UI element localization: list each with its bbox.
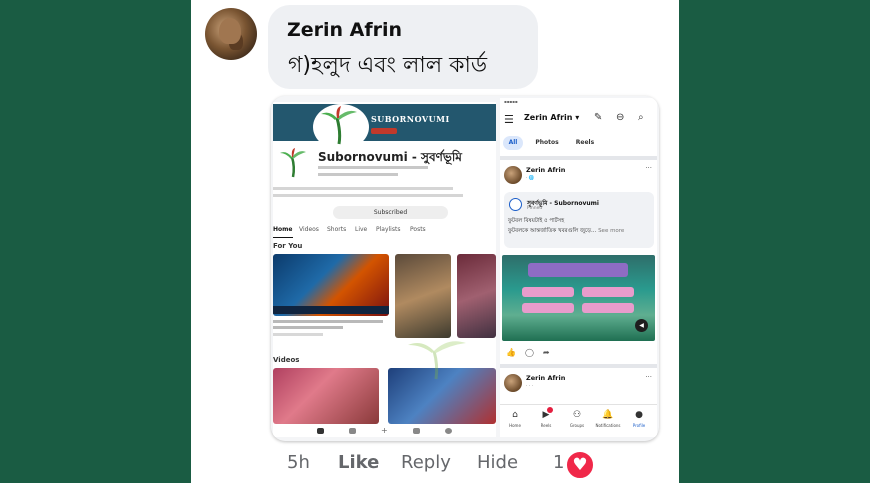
post-actions: 👍 ◯ ➦ [506,348,559,357]
bell-icon: 🔔 [602,410,614,420]
video-title-line [273,320,383,323]
tab-live: Live [355,226,368,233]
channel-description-line [273,194,463,197]
search-icon: ⌕ [638,112,644,123]
post-avatar [504,166,522,184]
plus-icon: + [381,426,388,435]
like-icon: 👍 [506,348,516,357]
channel-avatar-icon [280,148,306,178]
youtube-channel-screenshot: SUBORNOVUMI Subornovumi - সুবর্ণভূমি Sub… [273,102,496,437]
banner-title: SUBORNOVUMI [371,114,450,124]
channel-stats [318,173,398,176]
post-meta: · 🌐 [526,176,535,181]
video-thumbnail [395,254,451,338]
palm-watermark-icon [408,341,466,380]
videos-heading: Videos [273,356,300,364]
shared-post-text: ফুটবলকে আন্তর্জাতিক খবরগুলি জুড়ে... See… [508,228,625,234]
minus-circle-icon: ⊖ [616,112,625,123]
nav-groups: ⚇ Groups [564,409,590,428]
see-more-link: See more [598,228,625,234]
filter-all: All [503,136,523,150]
edit-icon: ✎ [594,112,603,123]
quiz-option [582,303,634,313]
channel-logo [313,104,369,150]
active-tab-underline [273,237,293,238]
home-icon [317,428,324,434]
more-options-icon: ··· [645,373,652,381]
banner-badge [371,128,397,134]
reels-icon: ▶ [542,410,550,420]
palm-logo-icon [321,106,357,145]
for-you-heading: For You [273,242,303,250]
channel-tabs: Home Videos Shorts Live Playlists Posts [273,226,496,238]
profile-name: Zerin Afrin ▾ [524,113,580,122]
tab-posts: Posts [410,226,426,233]
channel-description [273,187,453,190]
share-icon: ➦ [542,348,550,357]
filter-reels: Reels [575,139,595,146]
video-thumbnail [273,368,379,424]
video-thumbnail [457,254,496,338]
video-meta-line [273,333,323,336]
shorts-icon [349,428,356,434]
story-avatar [504,374,522,392]
section-divider [500,156,657,160]
section-divider [500,364,657,368]
quiz-option [522,303,574,313]
heart-icon[interactable]: ♥ [565,450,595,480]
channel-handle [318,166,428,169]
subscriptions-icon [413,428,420,434]
reaction-count[interactable]: 1 [553,452,564,473]
notification-badge [547,407,553,413]
nav-home: ⌂ Home [502,409,528,428]
tab-playlists: Playlists [376,226,401,233]
groups-icon: ⚇ [572,410,582,420]
profile-icon: ● [635,410,643,420]
story-meta: · · · [526,384,534,389]
more-options-icon: ··· [645,164,652,172]
tab-home: Home [273,226,293,233]
commenter-avatar[interactable] [205,8,257,60]
nav-notifications: 🔔 Notifications [595,410,621,428]
hide-button[interactable]: Hide [477,452,518,473]
youtube-bottom-nav: + [273,426,496,437]
comment-text: গ)হলুদ এবং লাল কার্ড [288,53,488,78]
quiz-option [522,287,574,297]
status-bar: ▪▪▪▪▪ [504,99,518,104]
tab-videos: Videos [299,226,319,233]
quiz-video-preview: ◀ [502,255,655,341]
comment-timestamp[interactable]: 5h [287,452,310,473]
nav-profile: ● Profile [626,409,652,428]
video-thumbnail [273,254,389,316]
page-avatar-icon [509,198,522,211]
filter-photos: Photos [535,139,559,146]
post-author: Zerin Afrin [526,166,566,174]
comment-icon: ◯ [524,348,534,357]
shared-post-meta: Pinned [527,206,543,211]
shared-post-text: ফুটবল বিষয়টাই ৫ পার্টসহ [508,218,565,224]
like-button[interactable]: Like [338,452,379,473]
story-author: Zerin Afrin [526,374,566,382]
shared-post-card: সুবর্ণভূমি - Subornovumi Pinned ফুটবল বি… [504,192,654,248]
menu-icon: ☰ [504,113,514,126]
channel-banner: SUBORNOVUMI [273,104,496,150]
facebook-profile-screenshot: ▪▪▪▪▪ ☰ Zerin Afrin ▾ ✎ ⊖ ⌕ All Photos R… [500,98,657,437]
attached-screenshot[interactable]: SUBORNOVUMI Subornovumi - সুবর্ণভূমি Sub… [271,96,659,441]
reply-button[interactable]: Reply [401,452,451,473]
facebook-bottom-nav: ⌂ Home ▶ Reels ⚇ Groups 🔔 Notifications ● Pro… [500,404,657,437]
comment-author[interactable]: Zerin Afrin [287,19,402,41]
quiz-option [582,287,634,297]
thumbnail-caption-bar [273,306,389,314]
comment-bubble: Zerin Afrin গ)হলুদ এবং লাল কার্ড [268,5,538,89]
nav-reels: ▶ Reels [533,407,559,428]
tab-shorts: Shorts [327,226,347,233]
volume-icon: ◀ [635,319,648,332]
video-title-line [273,326,343,329]
you-icon [445,428,452,434]
subscribed-button: Subscribed [333,206,448,219]
home-icon: ⌂ [512,410,518,420]
quiz-question [528,263,628,277]
